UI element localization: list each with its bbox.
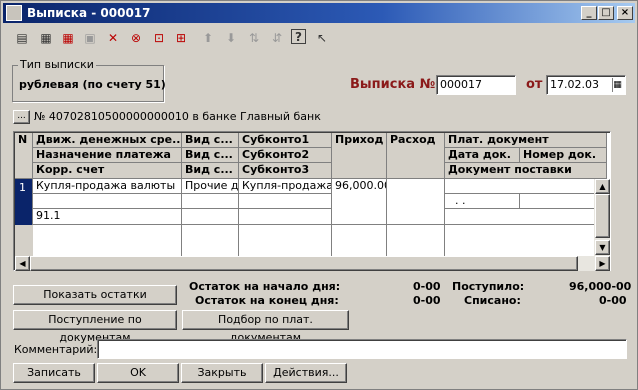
write-button[interactable]: Записать	[13, 363, 95, 383]
comment-field[interactable]	[97, 339, 627, 359]
cell-supplydoc[interactable]	[445, 209, 607, 225]
date-label: от	[526, 77, 543, 92]
cell-expense[interactable]	[387, 179, 445, 225]
col-paydoc-header[interactable]: Плат. документ	[445, 133, 607, 148]
statement-type-legend: Тип выписки	[18, 58, 96, 71]
filter-delete-icon[interactable]: ⊗	[127, 29, 145, 47]
grid-line	[238, 225, 239, 256]
scroll-left-arrow-icon[interactable]: ◀	[15, 256, 30, 271]
statement-number-label: Выписка №	[350, 77, 436, 92]
new-doc-icon[interactable]: ▤	[13, 29, 31, 47]
toolbar: ▤ ▦ ▦ ▣ ✕ ⊗ ⊡ ⊞ ⬆ ⬇ ⇅ ⇵ ? ↖	[7, 27, 347, 49]
maximize-button[interactable]: □	[598, 6, 614, 20]
cell-paydoc[interactable]	[445, 179, 607, 194]
edit-icon[interactable]: ⊞	[172, 29, 190, 47]
col-type2-header[interactable]: Вид с...	[182, 148, 239, 163]
cell-type2[interactable]	[182, 194, 239, 209]
sort-desc-icon[interactable]: ⇵	[268, 29, 286, 47]
select-by-paydocs-button[interactable]: Подбор по плат. документам	[182, 310, 349, 344]
ok-button[interactable]: OK	[97, 363, 179, 383]
col-income-header[interactable]: Приход	[332, 133, 387, 179]
scroll-right-arrow-icon[interactable]: ▶	[595, 256, 610, 271]
col-purpose-header[interactable]: Назначение платежа	[33, 148, 182, 163]
col-movement-header[interactable]: Движ. денежных сре...	[33, 133, 182, 148]
cell-type1[interactable]: Прочие дс	[182, 179, 239, 194]
col-n-header[interactable]: N	[15, 133, 33, 179]
written-off-value: 0-00	[599, 294, 627, 307]
col-expense-header[interactable]: Расход	[387, 133, 445, 179]
close-window-button[interactable]: ×	[617, 6, 633, 20]
received-label: Поступило:	[452, 280, 525, 293]
account-select-button[interactable]: ...	[13, 110, 30, 124]
closing-balance-value: 0-00	[413, 294, 441, 307]
col-type1-header[interactable]: Вид с...	[182, 133, 239, 148]
row-selector-empty	[15, 225, 33, 256]
add-row-icon[interactable]: ▦	[37, 29, 55, 47]
vertical-scroll-thumb[interactable]	[595, 194, 610, 238]
cell-movement[interactable]: Купля-продажа валюты	[33, 179, 182, 194]
help-icon[interactable]: ?	[291, 29, 306, 44]
window-title: Выписка - 000017	[27, 6, 151, 20]
col-subconto2-header[interactable]: Субконто2	[239, 148, 332, 163]
account-text: № 40702810500000000010 в банке Главный б…	[34, 110, 321, 123]
col-type3-header[interactable]: Вид с...	[182, 163, 239, 179]
statement-number-field[interactable]: 000017	[436, 75, 516, 95]
receipt-by-docs-button[interactable]: Поступление по документам	[13, 310, 177, 344]
opening-balance-label: Остаток на начало дня:	[189, 280, 341, 293]
col-supplydoc-header[interactable]: Документ поставки	[445, 163, 607, 179]
document-window: Выписка - 000017 _ □ × ▤ ▦ ▦ ▣ ✕ ⊗ ⊡ ⊞ ⬆…	[0, 0, 638, 390]
move-down-icon[interactable]: ⬇	[222, 29, 240, 47]
copy-icon[interactable]: ▣	[81, 29, 99, 47]
cell-corr-account[interactable]: 91.1	[33, 209, 182, 225]
cell-purpose[interactable]	[33, 194, 182, 209]
row-number: 1	[19, 181, 26, 194]
insert-icon[interactable]: ⊡	[150, 29, 168, 47]
cell-subconto1[interactable]: Купля-продажа и	[239, 179, 332, 194]
cell-type3[interactable]	[182, 209, 239, 225]
cell-docdate[interactable]: . .	[445, 194, 520, 209]
delete-icon[interactable]: ✕	[104, 29, 122, 47]
calendar-icon[interactable]: ▦	[612, 78, 622, 92]
cell-subconto2[interactable]	[239, 194, 332, 209]
actions-button[interactable]: Действия...	[265, 363, 347, 383]
title-bar[interactable]: Выписка - 000017 _ □ ×	[3, 3, 635, 23]
horizontal-scroll-thumb[interactable]	[30, 256, 578, 271]
minimize-button[interactable]: _	[581, 6, 597, 20]
col-corr-account-header[interactable]: Корр. счет	[33, 163, 182, 179]
grid-line	[444, 225, 445, 256]
comment-label: Комментарий:	[14, 343, 98, 356]
cell-income[interactable]: 96,000.00	[332, 179, 387, 225]
close-button[interactable]: Закрыть	[181, 363, 263, 383]
grid-line	[331, 225, 332, 256]
scroll-up-arrow-icon[interactable]: ▲	[595, 179, 610, 194]
context-help-icon[interactable]: ↖	[313, 29, 331, 47]
col-subconto1-header[interactable]: Субконто1	[239, 133, 332, 148]
document-icon	[6, 5, 22, 21]
opening-balance-value: 0-00	[413, 280, 441, 293]
col-subconto3-header[interactable]: Субконто3	[239, 163, 332, 179]
col-docdate-header[interactable]: Дата док.	[445, 148, 520, 163]
statement-type-value: рублевая (по счету 51)	[19, 78, 166, 91]
show-balances-button[interactable]: Показать остатки	[13, 285, 177, 305]
grid-line	[386, 225, 387, 256]
col-docnum-header[interactable]: Номер док.	[520, 148, 607, 163]
cell-subconto3[interactable]	[239, 209, 332, 225]
written-off-label: Списано:	[464, 294, 521, 307]
move-up-icon[interactable]: ⬆	[199, 29, 217, 47]
grid-line	[181, 225, 182, 256]
received-value: 96,000-00	[569, 280, 632, 293]
sort-asc-icon[interactable]: ⇅	[245, 29, 263, 47]
scroll-down-arrow-icon[interactable]: ▼	[595, 240, 610, 255]
closing-balance-label: Остаток на конец дня:	[195, 294, 339, 307]
delete-row-icon[interactable]: ▦	[59, 29, 77, 47]
